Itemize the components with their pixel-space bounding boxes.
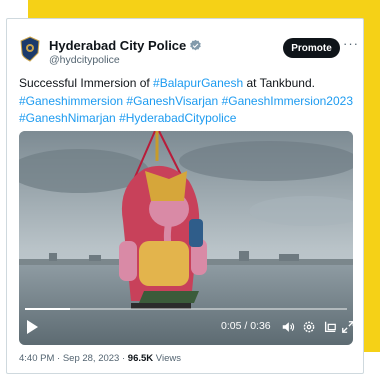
- tweet-text-mid: at Tankbund.: [243, 76, 315, 90]
- timestamp[interactable]: 4:40 PM · Sep 28, 2023 ·: [19, 353, 128, 364]
- settings-gear-icon[interactable]: [302, 320, 316, 334]
- police-emblem-avatar[interactable]: [19, 36, 41, 62]
- hashtag-link[interactable]: #BalapurGanesh: [153, 76, 243, 90]
- video-time-display: 0:05 / 0:36: [221, 320, 271, 332]
- verified-badge-icon: [190, 39, 202, 51]
- video-frame-image: [19, 131, 353, 345]
- hashtag-link[interactable]: #GaneshNimarjan: [19, 111, 116, 125]
- account-name[interactable]: Hyderabad City Police: [49, 38, 202, 53]
- account-name-text[interactable]: Hyderabad City Police: [49, 38, 186, 53]
- tweet-card: Hyderabad City Police @hydcitypolice Pro…: [6, 18, 364, 374]
- tweet-text: Successful Immersion of #BalapurGanesh a…: [19, 75, 355, 128]
- play-icon[interactable]: [25, 319, 39, 335]
- views-count: 96.5K: [127, 353, 154, 364]
- tweet-meta: 4:40 PM · Sep 28, 2023 · 96.5K Views: [19, 353, 181, 364]
- hashtag-link[interactable]: #GaneshImmersion2023: [222, 94, 353, 108]
- video-progress-fill: [25, 308, 71, 310]
- video-player[interactable]: 0:05 / 0:36: [19, 131, 353, 345]
- hashtag-link[interactable]: #Ganeshimmersion: [19, 94, 123, 108]
- tweet-text-lead: Successful Immersion of: [19, 76, 154, 90]
- hashtag-link[interactable]: #GaneshVisarjan: [126, 94, 218, 108]
- fullscreen-icon[interactable]: [341, 320, 353, 334]
- picture-in-picture-icon[interactable]: [323, 320, 337, 334]
- volume-icon[interactable]: [281, 320, 295, 334]
- account-handle[interactable]: @hydcitypolice: [49, 54, 120, 66]
- views-label: Views: [153, 353, 181, 364]
- video-progress-bar[interactable]: [25, 308, 347, 310]
- more-options-icon[interactable]: ···: [343, 36, 359, 51]
- hashtag-link[interactable]: #HyderabadCitypolice: [119, 111, 236, 125]
- promote-button[interactable]: Promote: [283, 38, 340, 58]
